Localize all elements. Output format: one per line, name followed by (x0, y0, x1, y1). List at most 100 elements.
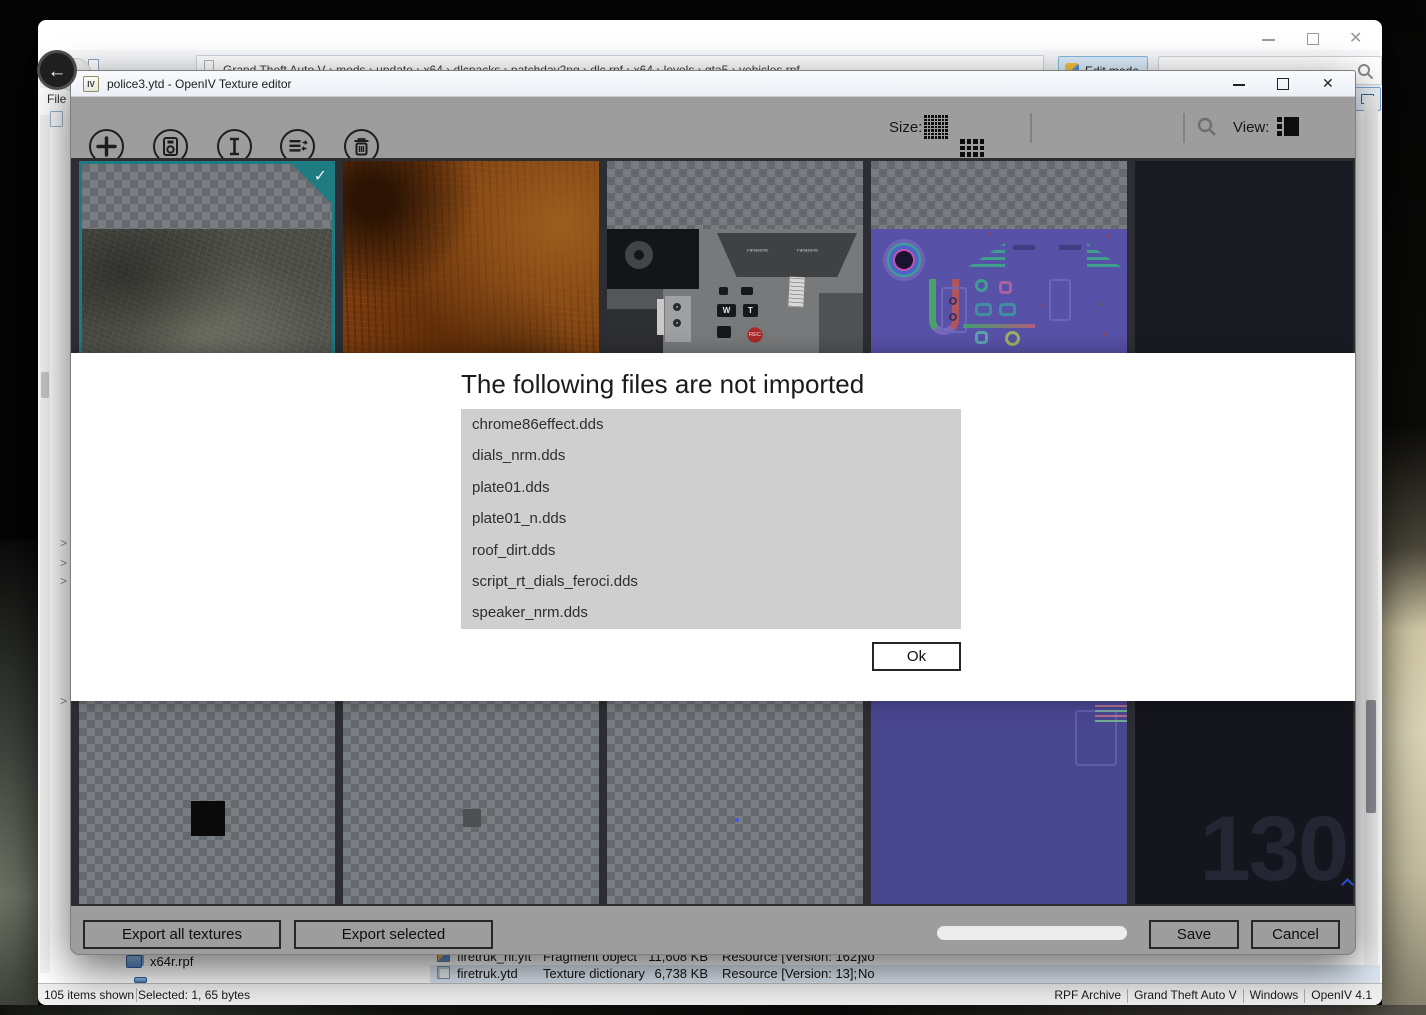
grid-cell (938, 136, 941, 139)
texture-editor-window: IV police3.ytd - OpenIV Texture editor ✕… (70, 70, 1356, 955)
tree-expander-icon[interactable]: > (60, 574, 67, 588)
grid-cell (938, 115, 941, 118)
back-button[interactable]: ← (37, 50, 77, 90)
grid-cell (924, 119, 927, 122)
grid-cell (960, 146, 965, 151)
grid-cell (980, 152, 985, 157)
list-scrollbar[interactable] (1364, 96, 1378, 973)
minimize-icon[interactable] (1262, 39, 1275, 41)
big-number-label: 130 (1200, 797, 1348, 902)
grid-cell (931, 119, 934, 122)
save-button[interactable]: Save (1149, 920, 1239, 949)
grid-cell (924, 129, 927, 132)
file-row-selected[interactable]: firetruk.ytd Texture dictionary 6,738 KB… (430, 965, 1380, 983)
grid-cell (924, 115, 927, 118)
status-game: Grand Theft Auto V (1134, 988, 1237, 1002)
size-option-smallest[interactable] (924, 115, 948, 139)
dialog-file-item: plate01_n.dds (461, 503, 961, 534)
normalmap-ring (1005, 331, 1020, 346)
grid-cell (938, 129, 941, 132)
dialog-title: The following files are not imported (461, 369, 864, 400)
dashboard-strip (607, 289, 663, 309)
sticker (788, 277, 805, 308)
ok-button[interactable]: Ok (872, 642, 961, 671)
label-strip (657, 299, 664, 335)
dot (1041, 305, 1044, 308)
cancel-button[interactable]: Cancel (1251, 920, 1340, 949)
grid-cell (935, 115, 938, 118)
not-imported-dialog: The following files are not imported chr… (71, 353, 1356, 701)
grid-cell (928, 119, 931, 122)
close-icon[interactable]: ✕ (1322, 75, 1334, 92)
grid-cell (973, 152, 978, 157)
rec-button-graphic: REC (747, 327, 762, 342)
new-document-icon[interactable] (50, 111, 63, 127)
grid-cell (935, 129, 938, 132)
status-right-group: RPF ArchiveGrand Theft Auto VWindowsOpen… (1054, 988, 1372, 1003)
maximize-icon[interactable] (1307, 33, 1319, 45)
grid-cell (924, 133, 927, 136)
grid-cell (942, 115, 945, 118)
grid-cell (942, 119, 945, 122)
status-bar: 105 items shown Selected: 1, 65 bytes RP… (38, 983, 1382, 1005)
menu-file[interactable]: File (47, 92, 66, 106)
dot (1107, 235, 1110, 238)
search-icon[interactable] (1197, 117, 1217, 137)
grid-cell (960, 152, 965, 157)
faint-rect (1049, 279, 1071, 321)
grid-cell (938, 119, 941, 122)
editor-title-bar[interactable]: IV police3.ytd - OpenIV Texture editor ✕ (71, 71, 1356, 97)
search-icon (1357, 63, 1374, 80)
tree-item-x64r[interactable]: x64r.rpf (126, 954, 426, 972)
grid-cell (938, 133, 941, 136)
dot (1099, 303, 1102, 306)
openiv-app-icon: IV (83, 76, 99, 92)
desktop: ✕ Grand Theft Auto V › mods › update › x… (0, 0, 1426, 1015)
grid-cell (935, 126, 938, 129)
grid-cell (928, 133, 931, 136)
desktop-background-right (1382, 0, 1426, 1015)
view-label: View: (1233, 119, 1269, 136)
grid-cell (960, 139, 965, 144)
grid-cell (942, 122, 945, 125)
grid-cell (924, 136, 927, 139)
maximize-icon[interactable] (1277, 78, 1289, 90)
blue-dot (735, 818, 739, 822)
grid-cell (942, 126, 945, 129)
desktop-background-bottom (0, 1005, 1426, 1015)
grid-cell (935, 119, 938, 122)
dashboard-strip-dark (607, 309, 663, 353)
grid-cell (938, 126, 941, 129)
grid-cell (945, 133, 948, 136)
normalmap-target (881, 237, 927, 283)
checkmark-icon: ✓ (314, 166, 327, 186)
normalmap-square (975, 331, 988, 344)
export-all-button[interactable]: Export all textures (83, 920, 281, 949)
grid-cell (980, 146, 985, 151)
tree-expander-icon[interactable]: > (60, 694, 67, 708)
minimize-icon[interactable] (1233, 84, 1245, 86)
grid-cell (928, 129, 931, 132)
close-icon[interactable]: ✕ (1349, 28, 1362, 48)
view-option-details[interactable] (1277, 116, 1299, 138)
grid-cell (935, 136, 938, 139)
tree-scrollbar-thumb[interactable] (41, 372, 49, 398)
status-divider (136, 988, 137, 1002)
grid-cell (945, 115, 948, 118)
export-selected-button[interactable]: Export selected (294, 920, 493, 949)
list-scrollbar-thumb[interactable] (1366, 700, 1376, 813)
editor-window-title: police3.ytd - OpenIV Texture editor (107, 77, 292, 91)
file-encrypted: No (858, 966, 875, 981)
normalmap-square (999, 281, 1012, 294)
toolbar-separator (1183, 113, 1185, 143)
grid-cell (945, 129, 948, 132)
key-t: T (743, 304, 758, 317)
scrollbar-thumb-horizontal[interactable] (937, 926, 1127, 940)
tree-expander-icon[interactable]: > (60, 536, 67, 550)
grid-cell (980, 139, 985, 144)
dashboard-black-block (607, 229, 699, 289)
normalmap-rect (975, 303, 992, 316)
tree-expander-icon[interactable]: > (60, 556, 67, 570)
brand-text: Panasonic (747, 249, 769, 253)
tree-scrollbar[interactable] (40, 115, 50, 973)
